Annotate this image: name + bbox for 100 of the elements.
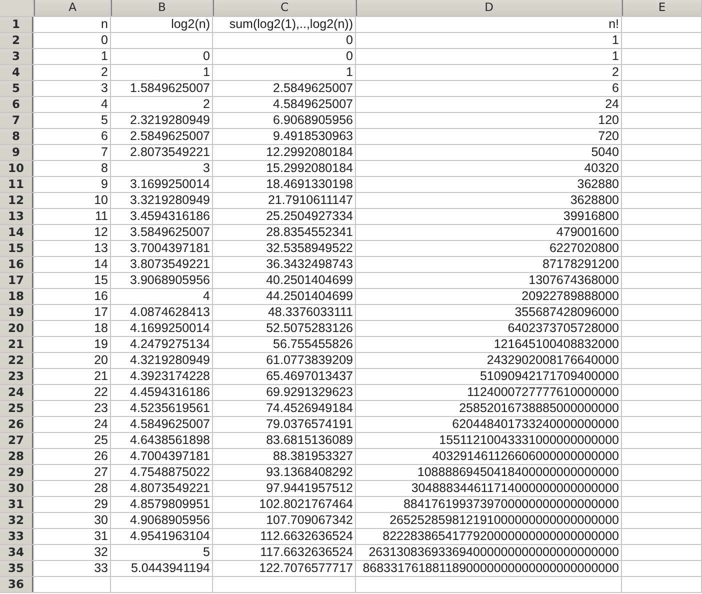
table-cell: 13 [34, 241, 110, 256]
row-header[interactable]: 23 [0, 369, 33, 384]
row-header[interactable]: 21 [0, 337, 33, 352]
table-cell: 83.6815136089 [213, 433, 355, 448]
row-header[interactable]: 31 [0, 497, 33, 512]
table-cell: 4.8579809951 [111, 497, 212, 512]
table-cell: 8 [34, 161, 110, 176]
row-header[interactable]: 29 [0, 465, 33, 480]
row-header[interactable]: 10 [0, 161, 33, 176]
column-header[interactable]: C [213, 0, 355, 16]
table-cell: 1 [213, 65, 355, 80]
row-header[interactable]: 12 [0, 193, 33, 208]
table-cell: 28 [34, 481, 110, 496]
table-cell: 3 [34, 81, 110, 96]
table-cell: 93.1368408292 [213, 465, 355, 480]
table-cell: 403291461126606000000000000 [356, 449, 621, 464]
table-cell: 15511210043331000000000000 [356, 433, 621, 448]
table-cell: 6 [356, 81, 621, 96]
column-header[interactable]: B [111, 0, 212, 16]
row-header[interactable]: 32 [0, 513, 33, 528]
row-header[interactable]: 34 [0, 545, 33, 560]
table-cell: 102.8021767464 [213, 497, 355, 512]
row-header[interactable]: 11 [0, 177, 33, 192]
table-cell: 4.9068905956 [111, 513, 212, 528]
table-cell: 39916800 [356, 209, 621, 224]
row-header[interactable]: 7 [0, 113, 33, 128]
table-cell: 3.4594316186 [111, 209, 212, 224]
table-cell: 4.3219280949 [111, 353, 212, 368]
row-header[interactable]: 5 [0, 81, 33, 96]
table-cell: 1 [111, 65, 212, 80]
row-header[interactable]: 19 [0, 305, 33, 320]
table-cell: 25852016738885000000000 [356, 401, 621, 416]
row-header[interactable]: 30 [0, 481, 33, 496]
row-header[interactable]: 36 [0, 577, 33, 592]
row-header[interactable]: 8 [0, 129, 33, 144]
table-cell: 263130836933694000000000000000000000 [356, 545, 621, 560]
row-header[interactable]: 33 [0, 529, 33, 544]
row-header[interactable]: 35 [0, 561, 33, 576]
table-cell: 31 [34, 529, 110, 544]
row-header[interactable]: 3 [0, 49, 33, 64]
row-header[interactable]: 14 [0, 225, 33, 240]
table-cell: 15.2992080184 [213, 161, 355, 176]
table-cell: 26 [34, 449, 110, 464]
row-header[interactable]: 26 [0, 417, 33, 432]
row-header[interactable]: 28 [0, 449, 33, 464]
table-cell: 69.9291329623 [213, 385, 355, 400]
table-cell: 10 [34, 193, 110, 208]
table-cell: 4.2479275134 [111, 337, 212, 352]
table-cell: 20 [34, 353, 110, 368]
table-cell: 4.8073549221 [111, 481, 212, 496]
table-cell: 87178291200 [356, 257, 621, 272]
table-cell: 3.9068905956 [111, 273, 212, 288]
table-cell: 20922789888000 [356, 289, 621, 304]
column-header[interactable]: A [34, 0, 110, 16]
table-cell: 5040 [356, 145, 621, 160]
table-cell: n [34, 17, 110, 32]
table-cell: 0 [111, 49, 212, 64]
row-header[interactable]: 18 [0, 289, 33, 304]
table-cell: 61.0773839209 [213, 353, 355, 368]
table-cell: 122.7076577717 [213, 561, 355, 576]
table-cell: 107.709067342 [213, 513, 355, 528]
table-cell: n! [356, 17, 621, 32]
row-header[interactable]: 25 [0, 401, 33, 416]
row-header[interactable]: 2 [0, 33, 33, 48]
table-cell: 4.5235619561 [111, 401, 212, 416]
table-cell: 362880 [356, 177, 621, 192]
row-header[interactable]: 9 [0, 145, 33, 160]
row-header[interactable]: 15 [0, 241, 33, 256]
table-cell: 14 [34, 257, 110, 272]
table-cell: 2 [111, 97, 212, 112]
row-header[interactable]: 16 [0, 257, 33, 272]
table-cell: 24 [34, 417, 110, 432]
table-cell: 3.8073549221 [111, 257, 212, 272]
table-cell: 620448401733240000000000 [356, 417, 621, 432]
table-cell: 8222838654177920000000000000000000 [356, 529, 621, 544]
table-cell: 32 [34, 545, 110, 560]
row-header[interactable]: 22 [0, 353, 33, 368]
table-cell: 3.3219280949 [111, 193, 212, 208]
row-header[interactable]: 6 [0, 97, 33, 112]
column-header[interactable]: E [622, 0, 701, 16]
row-header[interactable]: 27 [0, 433, 33, 448]
row-header[interactable]: 4 [0, 65, 33, 80]
table-cell: 117.6632636524 [213, 545, 355, 560]
row-header[interactable]: 24 [0, 385, 33, 400]
row-header[interactable]: 13 [0, 209, 33, 224]
row-header[interactable]: 17 [0, 273, 33, 288]
table-cell: 4.0874628413 [111, 305, 212, 320]
column-header[interactable]: D [356, 0, 621, 16]
table-cell: 6227020800 [356, 241, 621, 256]
row-header[interactable]: 1 [0, 17, 33, 32]
table-cell: 4.4594316186 [111, 385, 212, 400]
table-cell: 720 [356, 129, 621, 144]
table-cell: 1 [356, 49, 621, 64]
table-cell: log2(n) [111, 17, 212, 32]
table-cell: 65.4697013437 [213, 369, 355, 384]
row-header[interactable]: 20 [0, 321, 33, 336]
table-cell: 3.7004397181 [111, 241, 212, 256]
table-cell: 1124000727777610000000 [356, 385, 621, 400]
select-all-corner[interactable] [0, 0, 33, 16]
table-cell: sum(log2(1),..,log2(n)) [213, 17, 355, 32]
